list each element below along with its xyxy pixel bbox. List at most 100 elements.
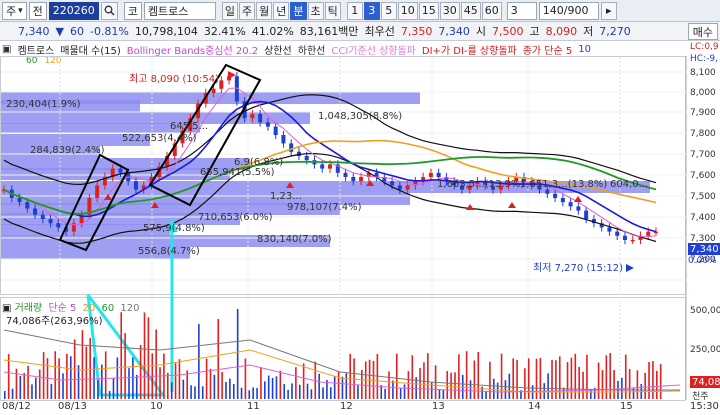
volume-bar [50,383,53,399]
volume-bar [613,370,615,399]
candle-body [304,156,309,161]
volume-bar [201,386,204,399]
candle-body [281,135,286,144]
volume-bar [213,374,216,399]
volume-bar [403,384,406,399]
candle-body [250,114,255,119]
volume-bar [291,383,293,399]
time-axis-label: 10 [150,401,163,412]
volume-bar [252,387,254,399]
volume-bar [423,362,425,399]
volume-bar [283,384,286,399]
volume-bar [248,390,251,399]
time-axis-label: 11 [247,401,260,412]
volume-bar [62,373,64,399]
volume-bar [372,360,375,399]
volume-bar [42,352,45,399]
volume-profile-label: 556,8(4.7%) [138,246,200,257]
time-axis-label: 15:30 [690,401,719,412]
volume-bar [221,372,223,399]
candle-body [328,164,332,169]
volume-bar [566,362,569,399]
candle-body [428,172,433,177]
candle-body [622,235,627,240]
volume-bar [174,363,177,399]
volume-bar [38,369,41,399]
volume-bar [4,391,6,399]
volume-bar [167,372,169,399]
candle-body [118,168,123,173]
volume-bar [190,385,192,399]
candle-body [351,177,356,182]
volume-bar [143,312,146,399]
volume-bar [35,377,37,399]
volume-bar [159,367,161,399]
volume-bar [504,380,507,399]
volume-profile-label: 230,404(1.9%) [6,99,81,110]
volume-bar [267,375,270,399]
candle-body [48,219,53,224]
volume-bar [217,319,220,399]
candle-body [560,198,565,203]
volume-profile-label: 978,107(7.4%) [287,202,362,213]
volume-bar [458,354,460,399]
volume-bar [345,373,348,399]
volume-bar [186,370,189,399]
volume-bar [652,361,654,399]
volume-bar [182,379,185,399]
volume-bar [636,370,639,399]
volume-bar [58,358,60,399]
volume-bar [489,361,491,399]
volume-ma-120[interactable]: 120 [120,303,139,314]
volume-bar [648,361,650,399]
volume-bar [132,357,134,399]
candle-body [258,114,263,123]
price-tag-pct: 0.00% [688,256,717,266]
candle-body [56,223,61,228]
volume-bar [477,352,480,399]
volume-bar [302,363,305,399]
volume-bar [368,359,371,399]
volume-bar [101,364,103,399]
time-axis-label: 13 [432,401,445,412]
volume-bar [236,309,239,399]
volume-bar [656,370,658,399]
volume-bar [135,374,138,399]
volume-bar [295,367,297,399]
price-axis-label: 7,600 [690,171,716,181]
volume-bar [357,385,359,399]
volume-bar [450,372,452,399]
volume-bar [539,358,542,399]
volume-bar [411,355,414,399]
volume-bar [322,387,324,399]
volume-bar [232,384,235,399]
volume-bar [229,378,231,399]
volume-bar [558,356,561,399]
volume-bar [407,371,410,399]
volume-bar [318,373,320,399]
candle-body [584,210,589,219]
volume-bar [524,368,526,399]
volume-bar [512,358,515,399]
volume-bar [287,389,289,399]
signal-arrow [466,204,474,210]
volume-ma-60[interactable]: 60 [102,303,115,314]
volume-bar [19,376,22,399]
volume-profile-label: 604,0... [610,179,649,190]
volume-bar [419,368,421,399]
candle-body [133,181,138,190]
volume-bar [256,387,258,399]
candle-body [545,189,550,194]
candle-body [289,143,294,152]
volume-bar [454,372,456,399]
volume-profile-label: 522,653(4.4%) [122,133,197,144]
volume-bar [104,351,107,399]
volume-bar [485,390,487,399]
volume-bar [275,376,278,399]
candle-body [607,227,612,232]
volume-bar [260,367,262,399]
volume-bar [570,357,573,399]
volume-bar [31,384,33,399]
volume-profile-bar [0,112,310,124]
signal-arrow [508,202,516,208]
